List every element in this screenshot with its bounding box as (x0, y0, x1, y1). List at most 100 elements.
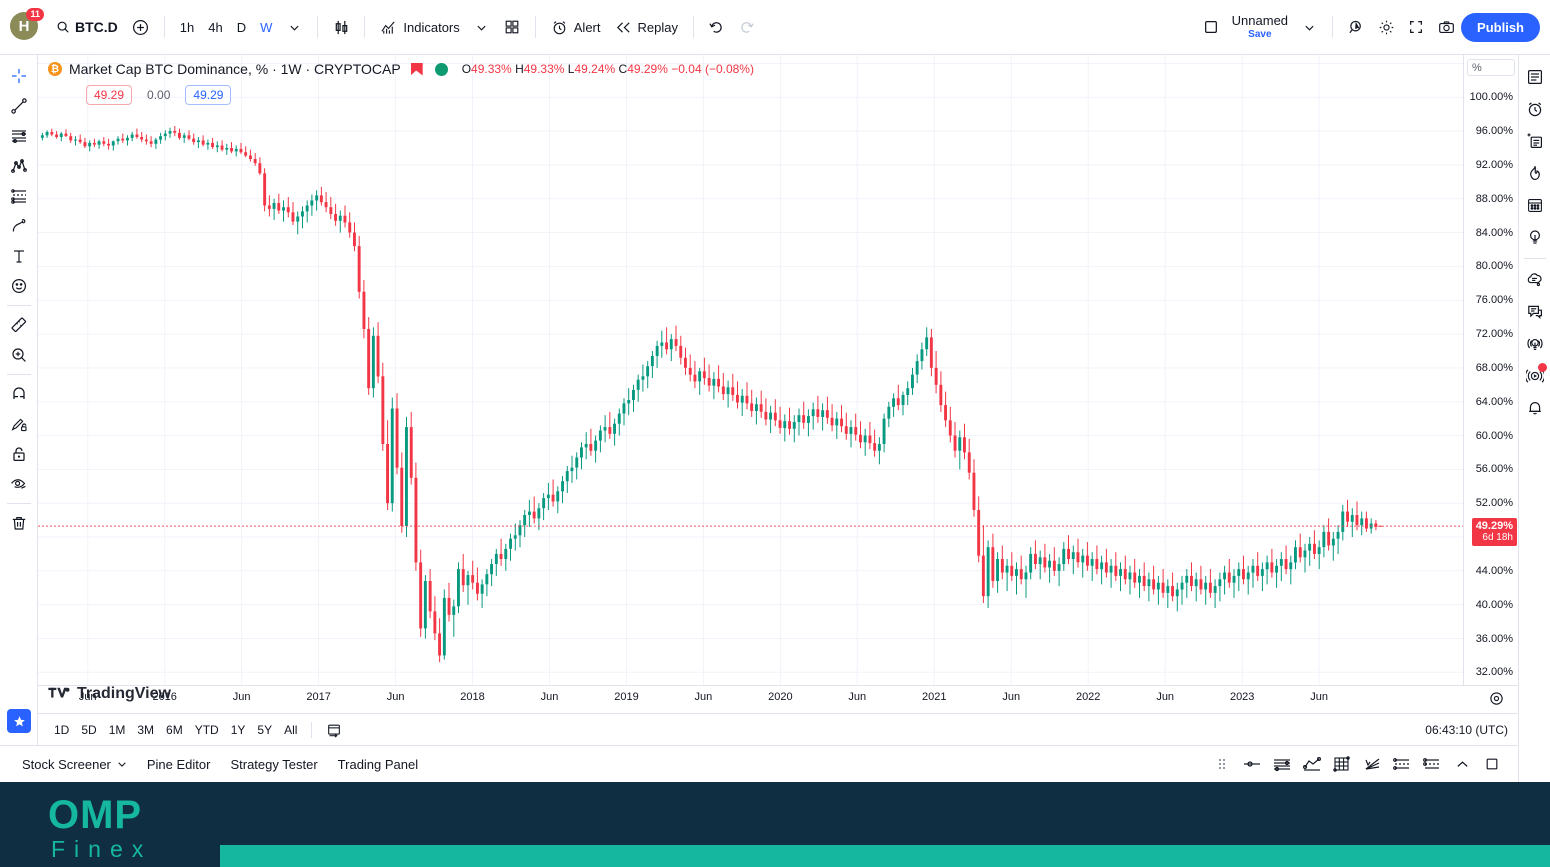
fullscreen-icon[interactable] (1401, 12, 1431, 42)
range-6m[interactable]: 6M (160, 719, 189, 741)
price-axis-label: 88.00% (1475, 192, 1513, 205)
symbol-search-button[interactable]: BTC.D (48, 14, 126, 40)
broadcast-ideas-icon[interactable] (1521, 328, 1549, 360)
symbol-label: BTC.D (75, 19, 118, 35)
emoji-sticker-icon[interactable] (3, 271, 35, 301)
layout-square-icon[interactable] (1196, 12, 1226, 42)
timeframe-w[interactable]: W (253, 15, 279, 40)
range-5d[interactable]: 5D (75, 719, 102, 741)
price-axis-label: 32.00% (1475, 666, 1513, 679)
profile-icon[interactable] (1388, 751, 1416, 777)
replay-label: Replay (637, 19, 678, 35)
range-1m[interactable]: 1M (103, 719, 132, 741)
time-settings-icon[interactable] (1489, 691, 1504, 706)
levels-icon[interactable] (1268, 751, 1296, 777)
timeframe-4h[interactable]: 4h (201, 15, 229, 40)
price-axis[interactable]: % 100.00% 96.00% 92.00% 88.00% 84.00% 80.00% 7… (1463, 55, 1518, 685)
zoom-in-icon[interactable] (3, 340, 35, 370)
redo-arrow-icon[interactable] (732, 12, 762, 42)
text-tool-icon[interactable] (3, 241, 35, 271)
trend-line-icon[interactable] (3, 91, 35, 121)
buy-price-box[interactable]: 49.29 (185, 85, 232, 105)
chevron-up-icon[interactable] (1448, 751, 1476, 777)
fan-lines-icon[interactable] (1358, 751, 1386, 777)
indicators-button[interactable]: Indicators (373, 14, 466, 41)
ideas-lightbulb-icon[interactable] (1521, 221, 1549, 253)
grid-templates-icon[interactable] (497, 12, 527, 42)
notification-badge[interactable]: 11 (26, 8, 44, 21)
save-dropdown-chevron-down-icon[interactable] (1294, 12, 1324, 42)
app-logo[interactable]: H 11 (10, 8, 44, 42)
chevron-down-icon[interactable] (117, 759, 127, 769)
goto-date-calendar-icon[interactable] (320, 718, 348, 742)
ompfinex-footer: OMP Finex (0, 782, 1550, 867)
calendar-icon[interactable] (1521, 189, 1549, 221)
tab-trading-panel[interactable]: Trading Panel (328, 751, 428, 778)
tradingview-logo-icon (48, 686, 70, 702)
flag-icon[interactable] (410, 62, 423, 76)
price-axis-label: 84.00% (1475, 226, 1513, 239)
timeframe-1h[interactable]: 1h (173, 15, 201, 40)
hotlist-flame-icon[interactable] (1521, 157, 1549, 189)
brush-icon[interactable] (3, 211, 35, 241)
hide-drawings-icon[interactable] (3, 469, 35, 499)
divider (6, 503, 31, 504)
save-layout-button[interactable]: Unnamed Save (1226, 12, 1294, 41)
fib-retracement-icon[interactable] (3, 181, 35, 211)
range-5y[interactable]: 5Y (251, 719, 278, 741)
chat-cloud-icon[interactable] (1521, 264, 1549, 296)
magnifier-cursor-icon[interactable] (1341, 12, 1371, 42)
lock-drawings-icon[interactable] (3, 439, 35, 469)
gann-fan-icon[interactable] (3, 151, 35, 181)
candlestick-plot[interactable] (38, 55, 1463, 685)
undo-arrow-icon[interactable] (702, 12, 732, 42)
eye-visible-icon[interactable] (434, 62, 448, 76)
drag-handle-icon[interactable] (1208, 751, 1236, 777)
cross-cursor-icon[interactable] (3, 61, 35, 91)
alert-button[interactable]: Alert (544, 14, 608, 41)
public-chats-icon[interactable] (1521, 296, 1549, 328)
tab-pine-editor[interactable]: Pine Editor (137, 751, 221, 778)
range-3m[interactable]: 3M (131, 719, 160, 741)
tab-stock-screener[interactable]: Stock Screener (12, 751, 137, 778)
alerts-clock-icon[interactable] (1521, 93, 1549, 125)
candlestick-style-icon[interactable] (326, 12, 356, 42)
range-1y[interactable]: 1Y (225, 719, 252, 741)
replay-button[interactable]: Replay (608, 14, 685, 41)
notifications-bell-icon[interactable] (1521, 392, 1549, 424)
chevron-down-icon[interactable] (279, 12, 309, 42)
measure-ruler-icon[interactable] (3, 310, 35, 340)
publish-button[interactable]: Publish (1461, 12, 1540, 42)
grid-table-icon[interactable] (1328, 751, 1356, 777)
trade-line-icon[interactable] (1238, 751, 1266, 777)
streams-play-icon[interactable] (1521, 360, 1549, 392)
sell-price-box[interactable]: 49.29 (86, 85, 133, 105)
time-axis-label: Jun (848, 691, 867, 703)
time-axis-label: 2019 (614, 691, 639, 703)
bar-countdown: 6d 18h (1482, 532, 1513, 544)
add-symbol-button[interactable] (126, 12, 156, 42)
gear-icon[interactable] (1371, 12, 1401, 42)
maximize-panel-icon[interactable] (1478, 751, 1506, 777)
range-1d[interactable]: 1D (48, 719, 75, 741)
price-unit-selector[interactable]: % (1467, 59, 1515, 76)
drawing-mode-lock-icon[interactable] (3, 409, 35, 439)
ompfinex-brand: OMP Finex (48, 794, 152, 862)
timeframe-d[interactable]: D (230, 15, 253, 40)
watchlist-icon[interactable] (1521, 61, 1549, 93)
data-window-icon[interactable] (1521, 125, 1549, 157)
time-axis[interactable]: Jun 2016 Jun 2017 Jun 2018 Jun 2019 Jun 2020 Jun 20… (38, 685, 1518, 713)
star-favorites-icon[interactable] (7, 709, 31, 733)
indicators-dropdown-chevron-down-icon[interactable] (467, 12, 497, 42)
magnet-icon[interactable] (3, 379, 35, 409)
anchored-icon[interactable] (1298, 751, 1326, 777)
chart-title[interactable]: Market Cap BTC Dominance, % · 1W · CRYPT… (69, 61, 401, 77)
camera-icon[interactable] (1431, 12, 1461, 42)
ohlc-h-label: H (515, 62, 524, 76)
range-ytd[interactable]: YTD (189, 719, 225, 741)
range-all[interactable]: All (278, 719, 303, 741)
pattern-icon[interactable] (1418, 751, 1446, 777)
remove-drawings-trash-icon[interactable] (3, 508, 35, 538)
tab-strategy-tester[interactable]: Strategy Tester (220, 751, 327, 778)
horizontal-lines-pattern-icon[interactable] (3, 121, 35, 151)
